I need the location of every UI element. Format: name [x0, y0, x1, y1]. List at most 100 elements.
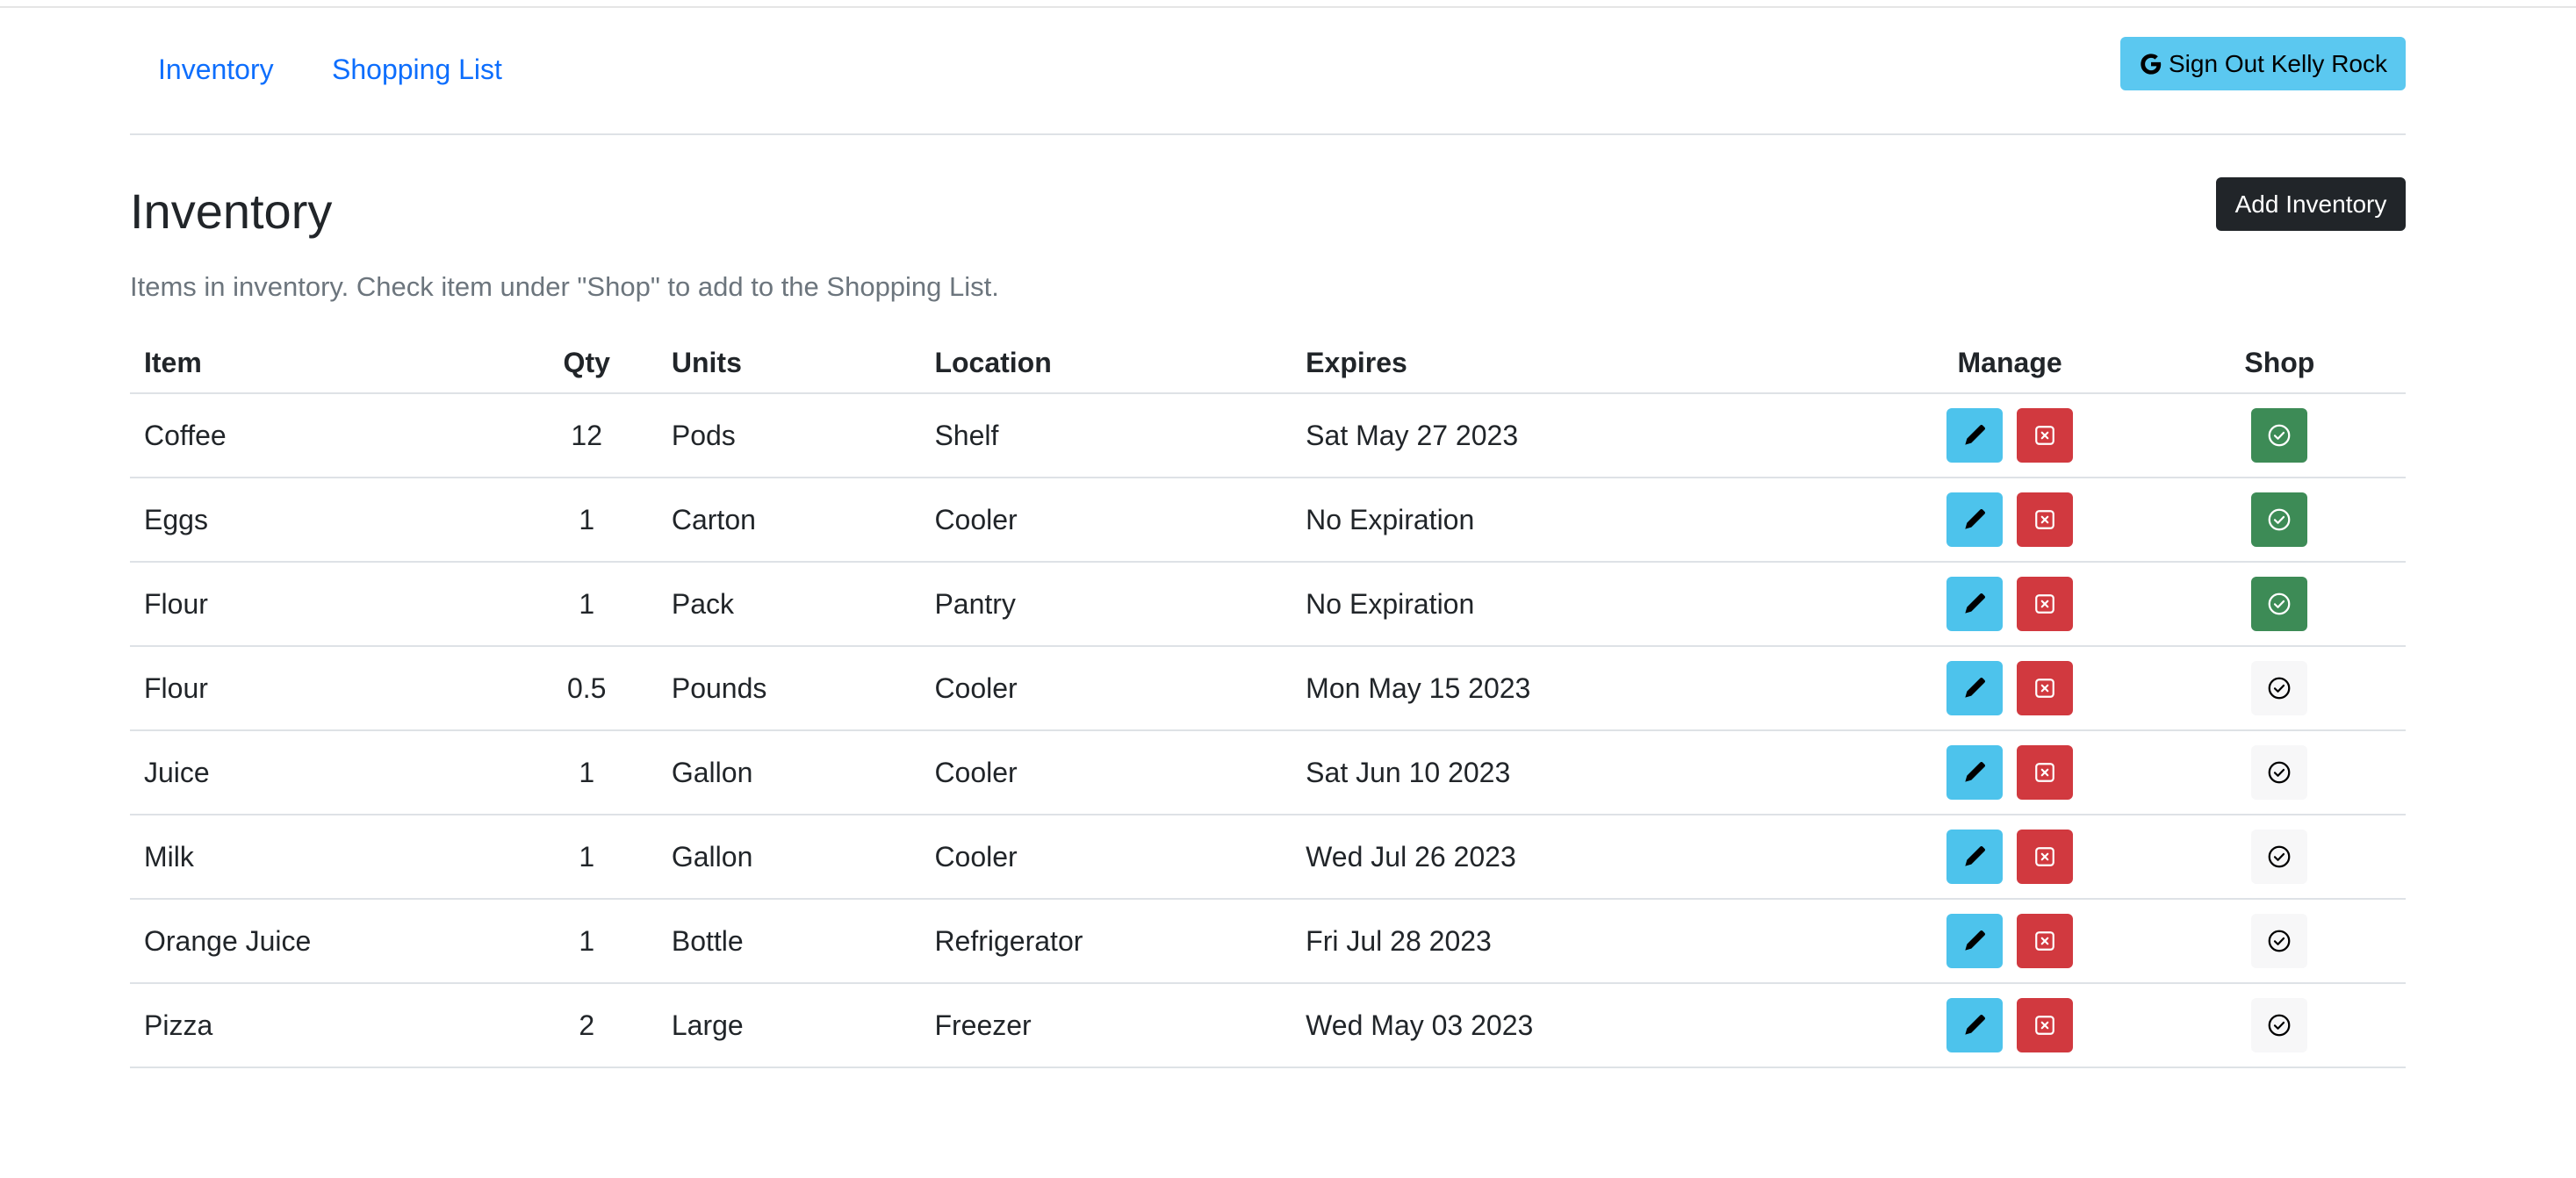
cell-units: Bottle: [657, 899, 921, 984]
shop-toggle-button[interactable]: [2251, 661, 2308, 715]
pencil-icon: [1963, 930, 1986, 952]
delete-button[interactable]: [2017, 998, 2074, 1052]
shop-toggle-button[interactable]: [2251, 998, 2308, 1052]
cell-shop: [2153, 899, 2406, 984]
nav-link-shopping-list[interactable]: Shopping List: [332, 55, 502, 83]
cell-manage: [1866, 393, 2154, 478]
header-item: Item: [130, 333, 516, 394]
pencil-icon: [1963, 845, 1986, 868]
sign-out-label: Sign Out Kelly Rock: [2169, 49, 2387, 77]
add-inventory-button[interactable]: Add Inventory: [2216, 177, 2406, 231]
shop-toggle-button[interactable]: [2251, 408, 2308, 463]
edit-button[interactable]: [1946, 661, 2004, 715]
cell-manage: [1866, 478, 2154, 563]
cell-shop: [2153, 983, 2406, 1068]
google-icon: [2139, 52, 2163, 76]
nav-link-inventory[interactable]: Inventory: [158, 55, 274, 83]
shop-toggle-button[interactable]: [2251, 577, 2308, 631]
cell-expires: Mon May 15 2023: [1292, 646, 1867, 731]
cell-item: Flour: [130, 646, 516, 731]
cell-units: Gallon: [657, 730, 921, 815]
edit-button[interactable]: [1946, 577, 2004, 631]
edit-button[interactable]: [1946, 914, 2004, 968]
check-circle-icon: [2266, 928, 2292, 954]
cell-expires: No Expiration: [1292, 562, 1867, 647]
edit-button[interactable]: [1946, 745, 2004, 800]
table-row: Coffee 12 Pods Shelf Sat May 27 2023: [130, 393, 2406, 478]
table-row: Juice 1 Gallon Cooler Sat Jun 10 2023: [130, 730, 2406, 815]
cell-qty: 1: [515, 815, 658, 900]
x-square-icon: [2033, 930, 2056, 952]
cell-shop: [2153, 730, 2406, 815]
cell-shop: [2153, 562, 2406, 647]
check-circle-icon: [2266, 422, 2292, 449]
cell-location: Pantry: [920, 562, 1292, 647]
shop-toggle-button[interactable]: [2251, 830, 2308, 884]
page-subtitle: Items in inventory. Check item under "Sh…: [130, 271, 999, 302]
delete-button[interactable]: [2017, 577, 2074, 631]
top-border: [0, 0, 2576, 8]
cell-item: Orange Juice: [130, 899, 516, 984]
cell-shop: [2153, 646, 2406, 731]
delete-button[interactable]: [2017, 661, 2074, 715]
cell-units: Pounds: [657, 646, 921, 731]
pencil-icon: [1963, 761, 1986, 784]
check-circle-icon: [2266, 759, 2292, 786]
x-square-icon: [2033, 1014, 2056, 1037]
cell-location: Shelf: [920, 393, 1292, 478]
cell-location: Cooler: [920, 478, 1292, 563]
cell-qty: 1: [515, 730, 658, 815]
table-row: Eggs 1 Carton Cooler No Expiration: [130, 478, 2406, 563]
x-square-icon: [2033, 845, 2056, 868]
x-square-icon: [2033, 424, 2056, 447]
header-shop: Shop: [2153, 333, 2406, 394]
page-container: Inventory Shopping List Sign Out Kelly R…: [130, 8, 2406, 1068]
cell-qty: 12: [515, 393, 658, 478]
cell-item: Juice: [130, 730, 516, 815]
cell-qty: 1: [515, 562, 658, 647]
page-title: Inventory: [130, 183, 333, 239]
header-expires: Expires: [1292, 333, 1867, 394]
shop-toggle-button[interactable]: [2251, 492, 2308, 547]
delete-button[interactable]: [2017, 745, 2074, 800]
cell-manage: [1866, 899, 2154, 984]
pencil-icon: [1963, 1014, 1986, 1037]
cell-location: Cooler: [920, 815, 1292, 900]
check-circle-icon: [2266, 591, 2292, 617]
edit-button[interactable]: [1946, 408, 2004, 463]
cell-expires: Wed May 03 2023: [1292, 983, 1867, 1068]
cell-units: Pack: [657, 562, 921, 647]
edit-button[interactable]: [1946, 492, 2004, 547]
sign-out-button[interactable]: Sign Out Kelly Rock: [2120, 37, 2406, 90]
cell-item: Pizza: [130, 983, 516, 1068]
delete-button[interactable]: [2017, 830, 2074, 884]
cell-units: Pods: [657, 393, 921, 478]
table-row: Flour 1 Pack Pantry No Expiration: [130, 562, 2406, 647]
cell-item: Flour: [130, 562, 516, 647]
x-square-icon: [2033, 761, 2056, 784]
table-row: Flour 0.5 Pounds Cooler Mon May 15 2023: [130, 646, 2406, 731]
delete-button[interactable]: [2017, 492, 2074, 547]
cell-expires: Sat Jun 10 2023: [1292, 730, 1867, 815]
cell-qty: 2: [515, 983, 658, 1068]
edit-button[interactable]: [1946, 830, 2004, 884]
table-row: Orange Juice 1 Bottle Refrigerator Fri Jul 2…: [130, 899, 2406, 984]
table-row: Milk 1 Gallon Cooler Wed Jul 26 2023: [130, 815, 2406, 900]
check-circle-icon: [2266, 1012, 2292, 1038]
table-header-row: Item Qty Units Location Expires Manage S…: [130, 333, 2406, 394]
edit-button[interactable]: [1946, 998, 2004, 1052]
cell-expires: No Expiration: [1292, 478, 1867, 563]
cell-manage: [1866, 983, 2154, 1068]
header-manage: Manage: [1866, 333, 2154, 394]
shop-toggle-button[interactable]: [2251, 745, 2308, 800]
header-qty: Qty: [515, 333, 658, 394]
pencil-icon: [1963, 593, 1986, 615]
shop-toggle-button[interactable]: [2251, 914, 2308, 968]
cell-manage: [1866, 815, 2154, 900]
cell-shop: [2153, 815, 2406, 900]
delete-button[interactable]: [2017, 408, 2074, 463]
delete-button[interactable]: [2017, 914, 2074, 968]
cell-location: Cooler: [920, 730, 1292, 815]
cell-expires: Fri Jul 28 2023: [1292, 899, 1867, 984]
check-circle-icon: [2266, 844, 2292, 870]
